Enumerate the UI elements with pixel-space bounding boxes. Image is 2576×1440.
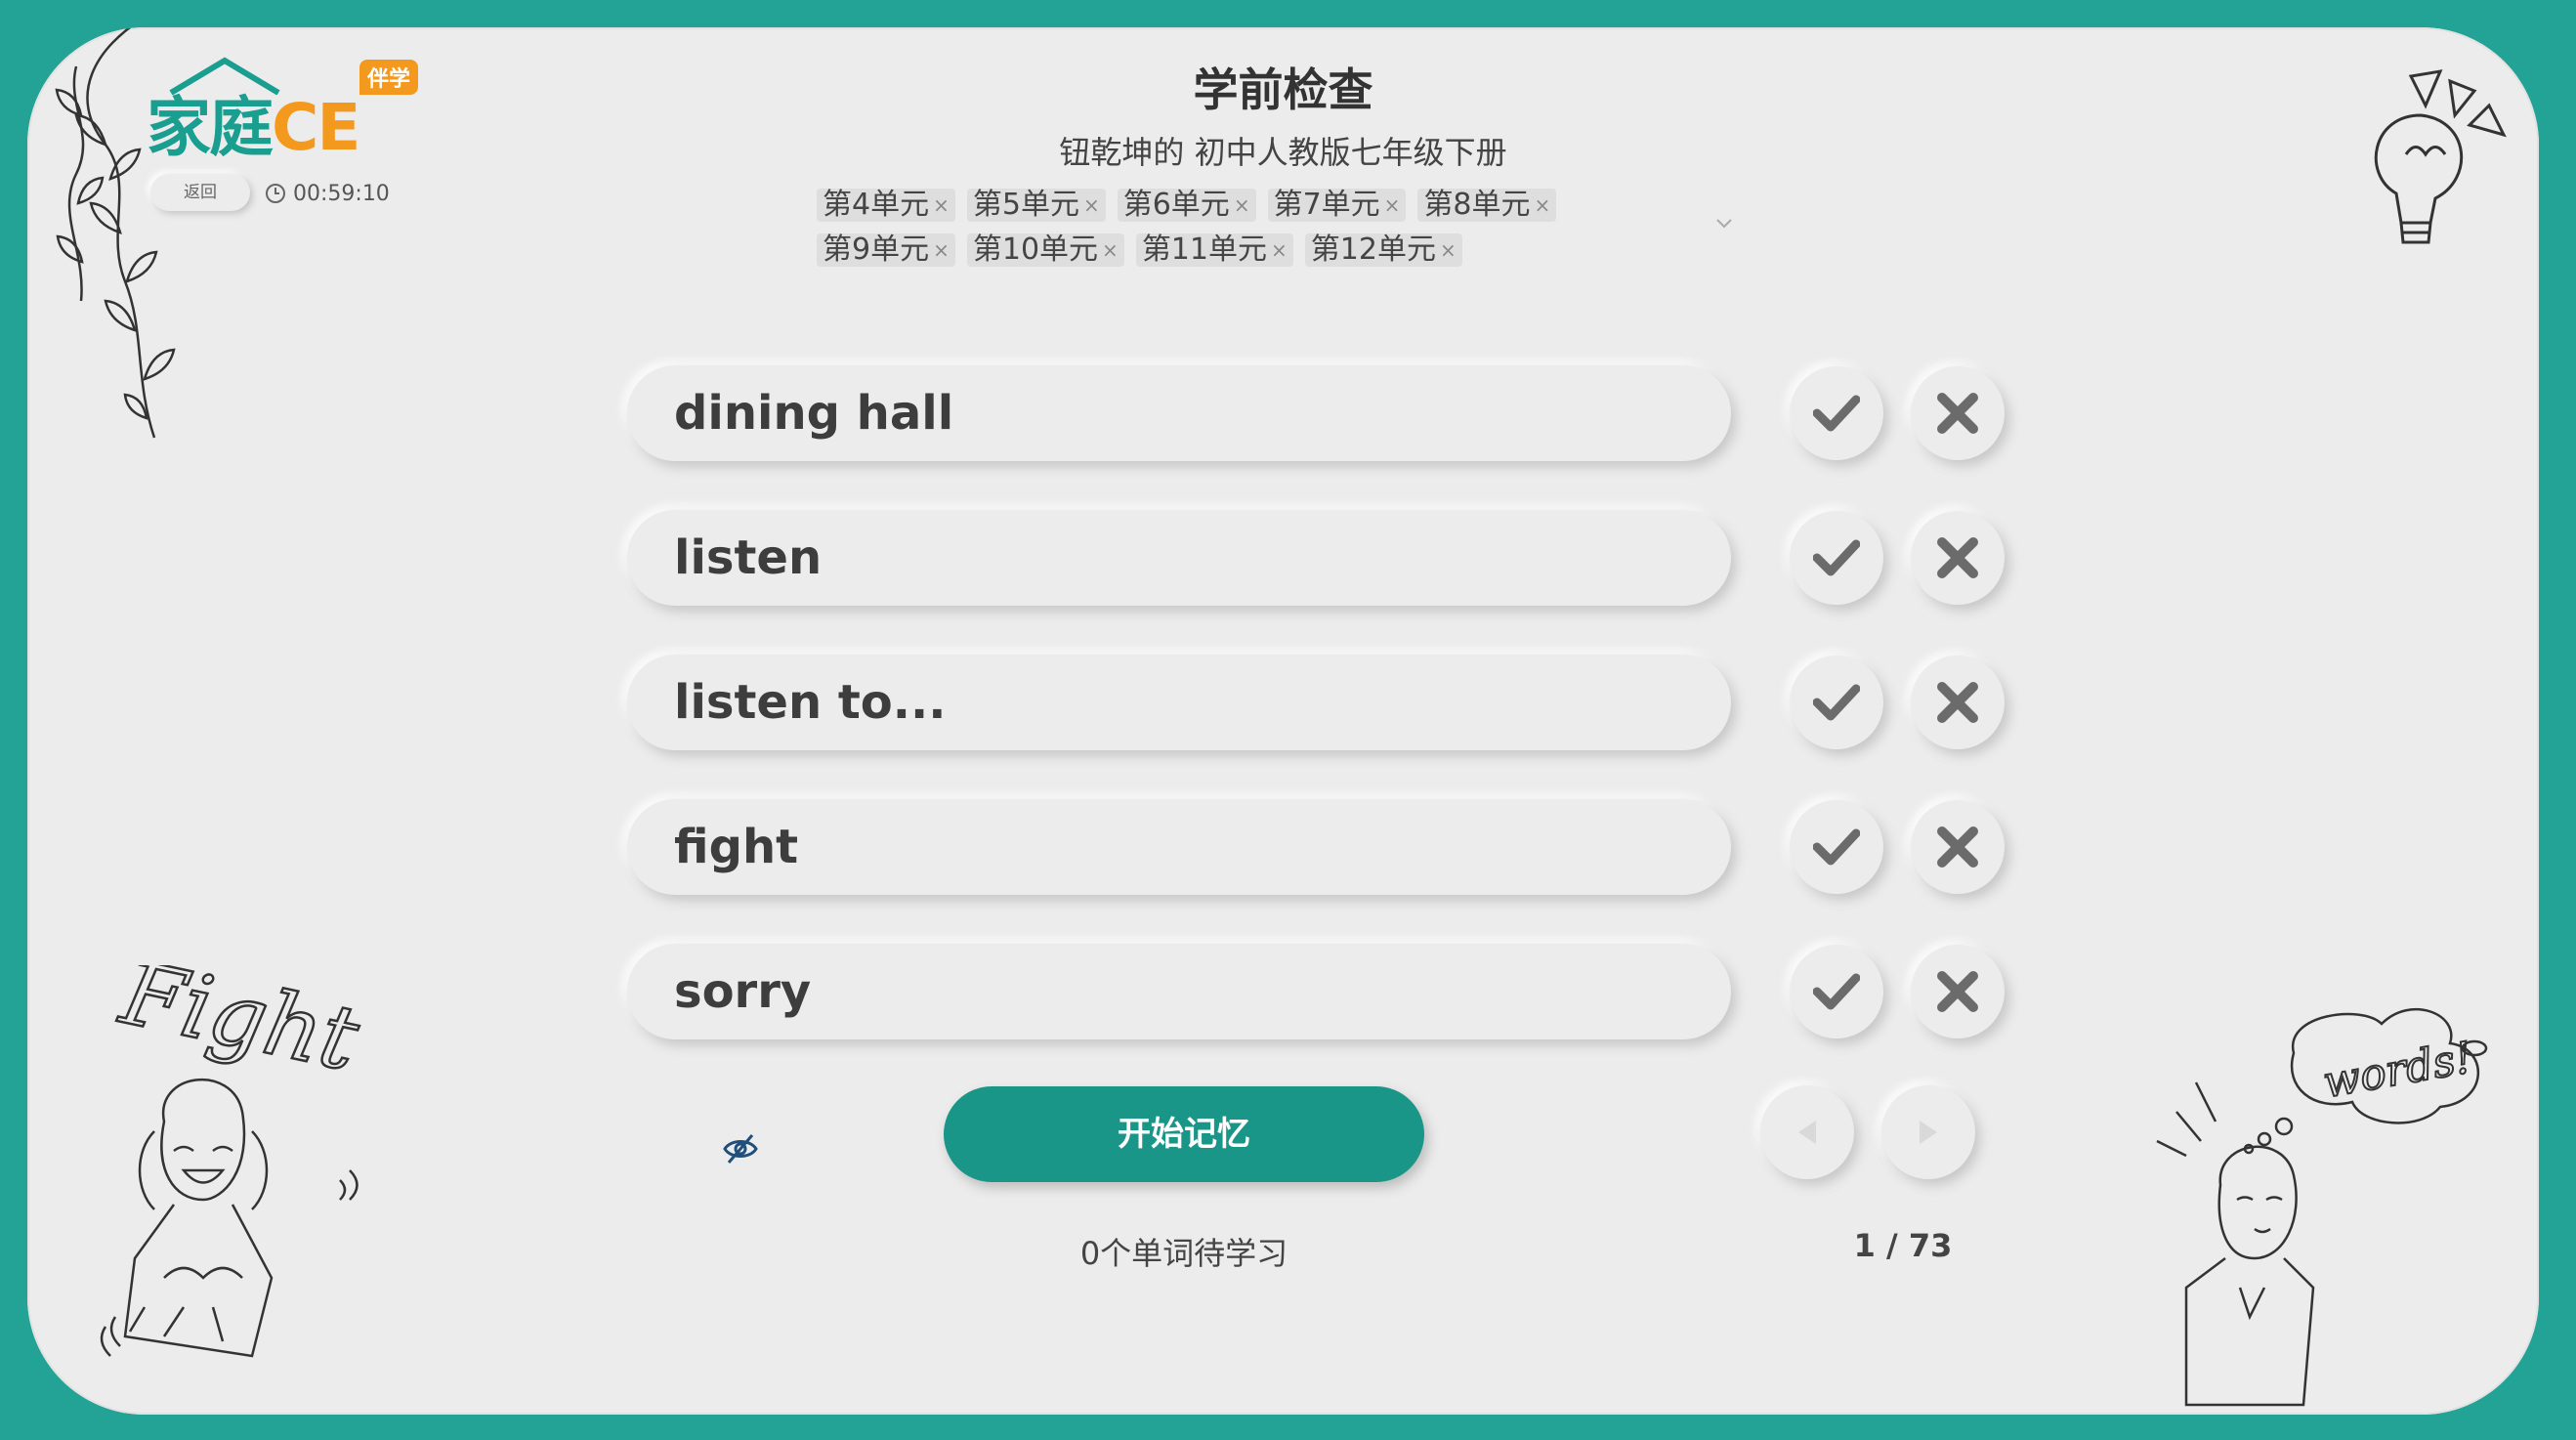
- check-icon: [1813, 684, 1860, 721]
- unit-tag: 第11单元 ×: [1135, 233, 1293, 267]
- check-icon: [1813, 539, 1860, 576]
- next-page-button[interactable]: [1881, 1085, 1975, 1179]
- unit-selector[interactable]: 第4单元 × 第5单元 × 第6单元 × 第7单元 × 第8单元 × 第9单元 × 第10单…: [817, 189, 1764, 267]
- know-button[interactable]: [1790, 945, 1883, 1038]
- know-button[interactable]: [1790, 800, 1883, 894]
- check-icon: [1813, 828, 1860, 866]
- cross-icon: [1937, 393, 1978, 434]
- remove-unit-button[interactable]: ×: [1535, 189, 1551, 222]
- remove-unit-button[interactable]: ×: [1102, 233, 1119, 267]
- word-text: listen to...: [674, 675, 947, 730]
- remove-unit-button[interactable]: ×: [1384, 189, 1401, 222]
- know-button[interactable]: [1790, 656, 1883, 749]
- unit-tag: 第4单元 ×: [817, 189, 955, 222]
- page-indicator: 1 / 73: [1853, 1227, 1953, 1264]
- remove-unit-button[interactable]: ×: [1234, 189, 1250, 222]
- start-memorize-button[interactable]: 开始记忆: [944, 1086, 1424, 1182]
- page-title: 学前检查: [1193, 64, 1373, 116]
- timer-value: 00:59:10: [293, 181, 390, 206]
- fight-doodle-text: Fight: [111, 965, 367, 1091]
- back-button[interactable]: 返回: [150, 174, 250, 211]
- check-icon: [1813, 973, 1860, 1010]
- unit-tag: 第8单元 ×: [1417, 189, 1557, 222]
- word-row: fight: [627, 799, 2005, 895]
- remove-unit-button[interactable]: ×: [1083, 189, 1100, 222]
- remove-unit-button[interactable]: ×: [933, 233, 950, 267]
- unit-tag: 第7单元 ×: [1267, 189, 1407, 222]
- check-icon: [1813, 395, 1860, 432]
- unit-tag: 第12单元 ×: [1304, 233, 1462, 267]
- remove-unit-button[interactable]: ×: [1271, 233, 1288, 267]
- word-text: fight: [674, 820, 799, 874]
- word-row: listen: [627, 510, 2005, 606]
- word-text: dining hall: [674, 386, 954, 441]
- dont-know-button[interactable]: [1911, 656, 2005, 749]
- unit-tag: 第5单元 ×: [966, 189, 1106, 222]
- word-card: listen to...: [627, 655, 1731, 750]
- word-card: listen: [627, 510, 1731, 606]
- word-card: dining hall: [627, 365, 1731, 461]
- pending-count: 0个单词待学习: [1079, 1235, 1288, 1272]
- word-card: sorry: [627, 944, 1731, 1039]
- cross-icon: [1937, 537, 1978, 578]
- dont-know-button[interactable]: [1911, 945, 2005, 1038]
- lightbulb-doodle: [2343, 66, 2518, 281]
- word-text: sorry: [674, 964, 812, 1019]
- fight-girl-doodle: Fight: [76, 965, 467, 1385]
- prev-page-button[interactable]: [1760, 1085, 1854, 1179]
- timer: 00:59:10: [266, 176, 390, 211]
- word-row: dining hall: [627, 365, 2005, 461]
- remove-unit-button[interactable]: ×: [1440, 233, 1457, 267]
- word-card: fight: [627, 799, 1731, 895]
- remove-unit-button[interactable]: ×: [933, 189, 950, 222]
- dont-know-button[interactable]: [1911, 800, 2005, 894]
- unit-tag: 第10单元 ×: [966, 233, 1124, 267]
- words-girl-doodle: words!: [2147, 995, 2538, 1415]
- words-doodle-text: words!: [2320, 1033, 2476, 1108]
- word-text: listen: [674, 530, 823, 585]
- next-arrow-icon: [1920, 1121, 1937, 1144]
- word-row: listen to...: [627, 655, 2005, 750]
- cross-icon: [1937, 682, 1978, 723]
- prev-arrow-icon: [1798, 1121, 1816, 1144]
- unit-tag: 第6单元 ×: [1117, 189, 1256, 222]
- cross-icon: [1937, 971, 1978, 1012]
- word-row: sorry: [627, 944, 2005, 1039]
- unit-tag: 第9单元 ×: [817, 233, 955, 267]
- chevron-down-icon[interactable]: [1715, 211, 1733, 235]
- eye-off-icon[interactable]: [721, 1129, 760, 1168]
- cross-icon: [1937, 826, 1978, 868]
- know-button[interactable]: [1790, 366, 1883, 460]
- know-button[interactable]: [1790, 511, 1883, 605]
- dont-know-button[interactable]: [1911, 366, 2005, 460]
- dont-know-button[interactable]: [1911, 511, 2005, 605]
- page-subtitle: 钮乾坤的 初中人教版七年级下册: [1059, 134, 1507, 171]
- clock-icon: [266, 184, 285, 203]
- main-panel: 家庭CE 伴学 返回 00:59:10 学前检查 钮乾坤的 初中人教版七年级下册…: [27, 27, 2539, 1415]
